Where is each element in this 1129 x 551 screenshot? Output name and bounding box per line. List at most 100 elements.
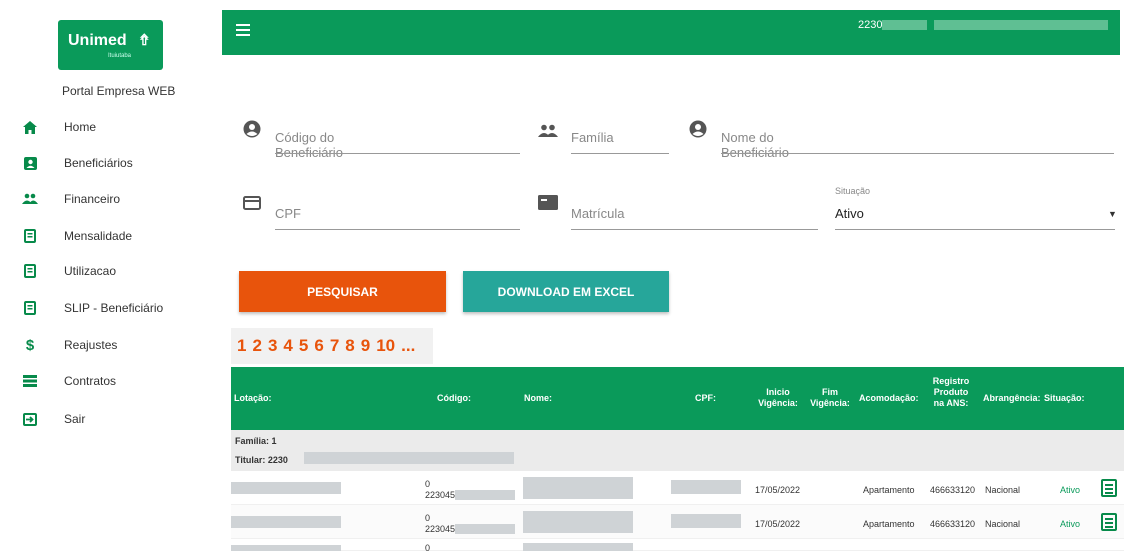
familia-underline <box>571 153 669 154</box>
page-link[interactable]: 10 <box>376 336 395 356</box>
sidebar-item-sair[interactable]: Sair <box>0 404 222 434</box>
sidebar-item-home[interactable]: Home <box>0 112 222 142</box>
logo-name: Unimed <box>68 32 127 49</box>
credit-card-icon <box>243 196 261 214</box>
pagination: 1 2 3 4 5 6 7 8 9 10 ... <box>231 328 433 364</box>
codigo-top: 0 <box>425 479 431 489</box>
inicio-cell: 17/05/2022 <box>755 485 801 495</box>
situacao-label: Situação <box>835 186 871 196</box>
unimed-logo[interactable]: Unimed ⇮ Ituiutaba <box>58 20 163 70</box>
matricula-input[interactable]: Matrícula <box>571 206 624 221</box>
acomodacao-cell: Apartamento <box>863 485 915 495</box>
redacted-nome <box>523 511 633 533</box>
codigo-top: 0 <box>425 543 431 551</box>
redacted-titular <box>304 452 514 464</box>
sidebar-item-financeiro[interactable]: Financeiro <box>0 184 222 214</box>
codigo-input[interactable]: Código do Beneficiário <box>275 130 343 160</box>
sidebar-item-label: Reajustes <box>64 338 118 352</box>
redacted-user <box>882 20 927 30</box>
details-document-icon[interactable] <box>1101 513 1117 531</box>
codigo-cell: 223045 <box>425 524 456 534</box>
table-row[interactable]: 0 223045 17/05/2022 Apartamento 46663312… <box>231 471 1124 505</box>
page-link-more[interactable]: ... <box>401 336 415 356</box>
page-link[interactable]: 9 <box>361 336 370 356</box>
codigo-underline <box>275 153 520 154</box>
codigo-top: 0 <box>425 513 431 523</box>
logo-mark-icon: ⇮ <box>138 32 151 49</box>
sidebar-item-contratos[interactable]: Contratos <box>0 366 222 396</box>
document-list-icon <box>22 263 38 279</box>
sidebar: Unimed ⇮ Ituiutaba Portal Empresa WEB Ho… <box>0 0 222 551</box>
header-codigo: Código: <box>437 393 471 403</box>
page-link[interactable]: 8 <box>345 336 354 356</box>
people-icon <box>538 124 558 142</box>
person-card-icon <box>22 155 38 171</box>
page-link[interactable]: 4 <box>283 336 292 356</box>
dollar-icon: $ <box>25 336 35 354</box>
familia-label: Família: 1 <box>235 436 277 446</box>
search-button[interactable]: PESQUISAR <box>239 271 446 312</box>
registro-cell: 466633120 <box>930 485 976 495</box>
redacted-nome <box>523 543 633 551</box>
redacted-cpf <box>671 514 741 528</box>
familia-input[interactable]: Família <box>571 130 614 145</box>
redacted-codigo <box>455 490 515 500</box>
page-link[interactable]: 7 <box>330 336 339 356</box>
family-group-row: Família: 1 Titular: 2230 <box>231 430 1124 471</box>
cpf-underline <box>275 229 520 230</box>
page-link[interactable]: 3 <box>268 336 277 356</box>
situacao-underline <box>835 229 1115 230</box>
codigo-cell: 223045 <box>425 490 456 500</box>
stack-icon <box>22 373 38 389</box>
page: Unimed ⇮ Ituiutaba Portal Empresa WEB Ho… <box>0 0 1129 551</box>
sidebar-item-slip-beneficiario[interactable]: SLIP - Beneficiário <box>0 293 222 323</box>
abrangencia-cell: Nacional <box>985 519 1021 529</box>
redacted-lotacao <box>231 482 341 494</box>
header-abrangencia: Abrangência: <box>983 393 1041 403</box>
dropdown-arrow-icon[interactable]: ▼ <box>1108 209 1117 219</box>
user-id: 2230 <box>858 19 883 31</box>
page-link[interactable]: 6 <box>314 336 323 356</box>
table-row[interactable]: 0 223045 17/05/2022 Apartamento 46663312… <box>231 505 1124 539</box>
exit-icon <box>22 411 38 427</box>
page-link[interactable]: 2 <box>252 336 261 356</box>
matricula-underline <box>571 229 818 230</box>
download-excel-button[interactable]: DOWNLOAD EM EXCEL <box>463 271 669 312</box>
redacted-cpf <box>671 480 741 494</box>
sidebar-item-mensalidade[interactable]: Mensalidade <box>0 221 222 251</box>
redacted-user-name <box>934 20 1108 30</box>
abrangencia-cell: Nacional <box>985 485 1021 495</box>
situacao-cell: Ativo <box>1060 519 1081 529</box>
sidebar-item-label: Contratos <box>64 374 117 388</box>
header-registro-ans: Registro Produto na ANS: <box>932 376 970 408</box>
sidebar-item-utilizacao[interactable]: Utilizacao <box>0 256 222 286</box>
nome-input[interactable]: Nome do Beneficiário <box>721 130 789 160</box>
sidebar-item-label: Home <box>64 120 97 134</box>
sidebar-item-label: Mensalidade <box>64 229 133 243</box>
card-icon <box>538 195 558 213</box>
situacao-value[interactable]: Ativo <box>835 206 864 221</box>
home-icon <box>22 119 38 135</box>
redacted-lotacao <box>231 545 341 551</box>
cpf-input[interactable]: CPF <box>275 206 301 221</box>
sidebar-item-label: Sair <box>64 412 86 426</box>
page-link[interactable]: 1 <box>237 336 246 356</box>
menu-icon[interactable] <box>236 24 250 36</box>
sidebar-item-beneficiarios[interactable]: Beneficiários <box>0 148 222 178</box>
header-fim-vigencia: Fim Vigência: <box>810 387 850 408</box>
table-row[interactable]: 0 <box>231 539 1124 551</box>
titular-label: Titular: 2230 <box>235 455 288 465</box>
account-circle-icon <box>689 120 707 138</box>
people-icon <box>22 191 38 207</box>
top-bar: 2230 <box>222 10 1120 55</box>
redacted-nome <box>523 477 633 499</box>
logo-sub: Ituiutaba <box>108 53 132 59</box>
header-cpf: CPF: <box>695 393 716 403</box>
document-list-icon <box>22 228 38 244</box>
header-lotacao: Lotação: <box>234 393 272 403</box>
page-link[interactable]: 5 <box>299 336 308 356</box>
details-document-icon[interactable] <box>1101 479 1117 497</box>
portal-title: Portal Empresa WEB <box>62 84 176 98</box>
account-circle-icon <box>243 120 261 138</box>
sidebar-item-reajustes[interactable]: $ Reajustes <box>0 330 222 360</box>
